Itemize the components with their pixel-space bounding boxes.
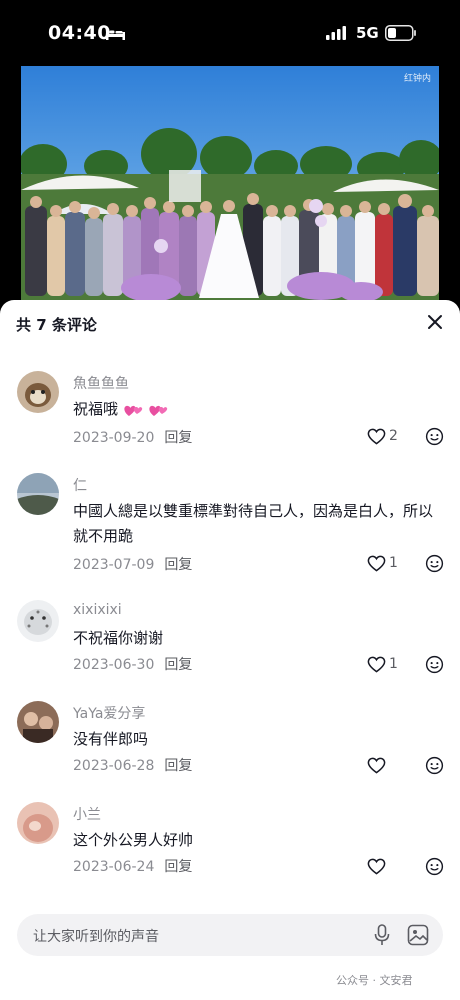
sleep-focus-icon bbox=[106, 28, 125, 40]
comment-text: 不祝福你谢谢 bbox=[73, 629, 164, 647]
comment-meta: 2023-06-28 回复 bbox=[73, 755, 192, 775]
comment-meta: 2023-09-20 回复 bbox=[73, 427, 192, 447]
footer-watermark: 公众号 · 文安君 bbox=[336, 974, 413, 987]
emoji-reaction-icon[interactable] bbox=[425, 655, 444, 674]
comment-input[interactable]: 让大家听到你的声音 bbox=[17, 914, 443, 956]
reply-button[interactable]: 回复 bbox=[164, 557, 192, 573]
avatar[interactable] bbox=[17, 371, 59, 413]
comment-date: 2023-06-28 bbox=[73, 758, 155, 774]
reply-button[interactable]: 回复 bbox=[164, 657, 192, 673]
wedding-scene-image bbox=[21, 66, 439, 302]
cellular-signal-icon bbox=[326, 26, 346, 40]
comment-count-title: 共 7 条评论 bbox=[16, 316, 97, 334]
microphone-icon[interactable] bbox=[372, 924, 392, 946]
avatar[interactable] bbox=[17, 600, 59, 642]
video-watermark: 红钟内 bbox=[403, 74, 431, 84]
like-count: 2 bbox=[389, 428, 398, 444]
emoji-reaction-icon[interactable] bbox=[425, 857, 444, 876]
comment-date: 2023-07-09 bbox=[73, 557, 155, 573]
status-bar: 04:40 5G bbox=[0, 0, 460, 66]
emoji-reaction-icon[interactable] bbox=[425, 554, 444, 573]
emoji-reaction-icon[interactable] bbox=[425, 756, 444, 775]
like-heart-icon[interactable] bbox=[367, 858, 386, 875]
two-hearts-emoji-icon bbox=[124, 405, 142, 416]
comment-input-placeholder: 让大家听到你的声音 bbox=[33, 929, 159, 945]
comment-author[interactable]: 魚鱼鱼鱼 bbox=[73, 373, 129, 393]
like-heart-icon[interactable] bbox=[367, 555, 386, 572]
comment-date: 2023-06-30 bbox=[73, 657, 155, 673]
video-frame[interactable]: 红钟内 bbox=[21, 66, 439, 302]
status-time: 04:40 bbox=[48, 22, 111, 44]
close-icon[interactable] bbox=[426, 313, 444, 331]
avatar[interactable] bbox=[17, 473, 59, 515]
reply-button[interactable]: 回复 bbox=[164, 430, 192, 446]
comment-meta: 2023-06-24 回复 bbox=[73, 856, 192, 876]
comment-date: 2023-06-24 bbox=[73, 859, 155, 875]
comment-text: 中國人總是以雙重標準對待自己人，因為是白人，所以就不用跪 bbox=[73, 502, 434, 545]
comment-meta: 2023-06-30 回复 bbox=[73, 654, 192, 674]
comment-author[interactable]: xixixixi bbox=[73, 602, 122, 618]
comment-text: 没有伴郎吗 bbox=[73, 730, 149, 748]
comment-author[interactable]: 小兰 bbox=[73, 804, 101, 824]
comment-date: 2023-09-20 bbox=[73, 430, 155, 446]
comment-sheet: 共 7 条评论 魚鱼鱼鱼 祝福哦 2023-09-20 回复 2 仁 中國人總是… bbox=[0, 300, 460, 1000]
like-count: 1 bbox=[389, 555, 398, 571]
comment-text: 祝福哦 bbox=[73, 397, 443, 422]
comment-author[interactable]: YaYa爱分享 bbox=[73, 703, 145, 723]
avatar[interactable] bbox=[17, 701, 59, 743]
like-heart-icon[interactable] bbox=[367, 656, 386, 673]
comment-text: 这个外公男人好帅 bbox=[73, 831, 194, 849]
comment-author[interactable]: 仁 bbox=[73, 475, 87, 495]
reply-button[interactable]: 回复 bbox=[164, 758, 192, 774]
network-type-label: 5G bbox=[356, 24, 379, 42]
emoji-reaction-icon[interactable] bbox=[425, 427, 444, 446]
like-heart-icon[interactable] bbox=[367, 757, 386, 774]
battery-icon bbox=[385, 25, 416, 41]
two-hearts-emoji-icon bbox=[148, 405, 167, 416]
image-picker-icon[interactable] bbox=[407, 924, 429, 946]
avatar[interactable] bbox=[17, 802, 59, 844]
video-player[interactable]: 红钟内 bbox=[0, 66, 460, 306]
comment-meta: 2023-07-09 回复 bbox=[73, 554, 192, 574]
like-heart-icon[interactable] bbox=[367, 428, 386, 445]
reply-button[interactable]: 回复 bbox=[164, 859, 192, 875]
comment-text-content: 祝福哦 bbox=[73, 400, 119, 418]
like-count: 1 bbox=[389, 656, 398, 672]
